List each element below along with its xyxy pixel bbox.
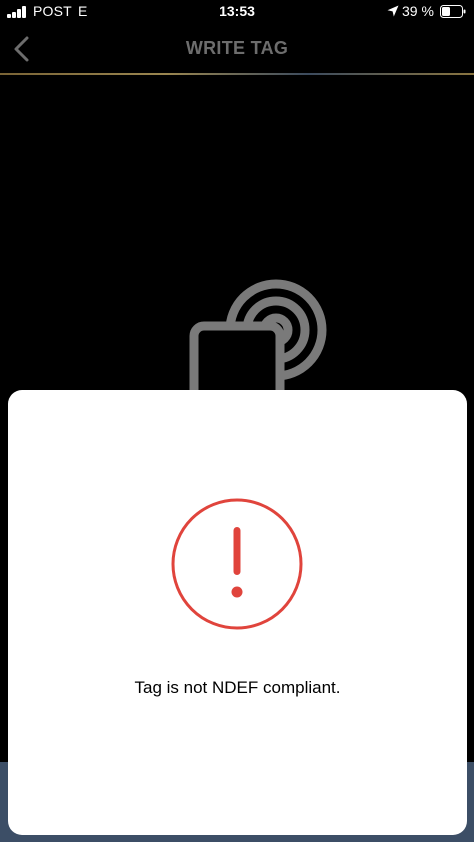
write-tag-screen: POST E 13:53 39 % WRITE TAG Tag is not N… (0, 0, 474, 842)
nav-divider (0, 73, 474, 75)
page-title: WRITE TAG (185, 38, 289, 58)
battery-icon (440, 5, 466, 18)
alert-message: Tag is not NDEF compliant. (134, 678, 341, 697)
error-alert-sheet: Tag is not NDEF compliant. (8, 390, 467, 835)
location-arrow-icon (387, 5, 399, 17)
nfc-tag-icon (189, 279, 327, 410)
navigation-bar: WRITE TAG (0, 24, 474, 74)
battery-percent: 39 % (402, 3, 434, 19)
exclamation-circle-icon (171, 498, 303, 630)
status-bar: POST E 13:53 39 % (0, 0, 474, 24)
